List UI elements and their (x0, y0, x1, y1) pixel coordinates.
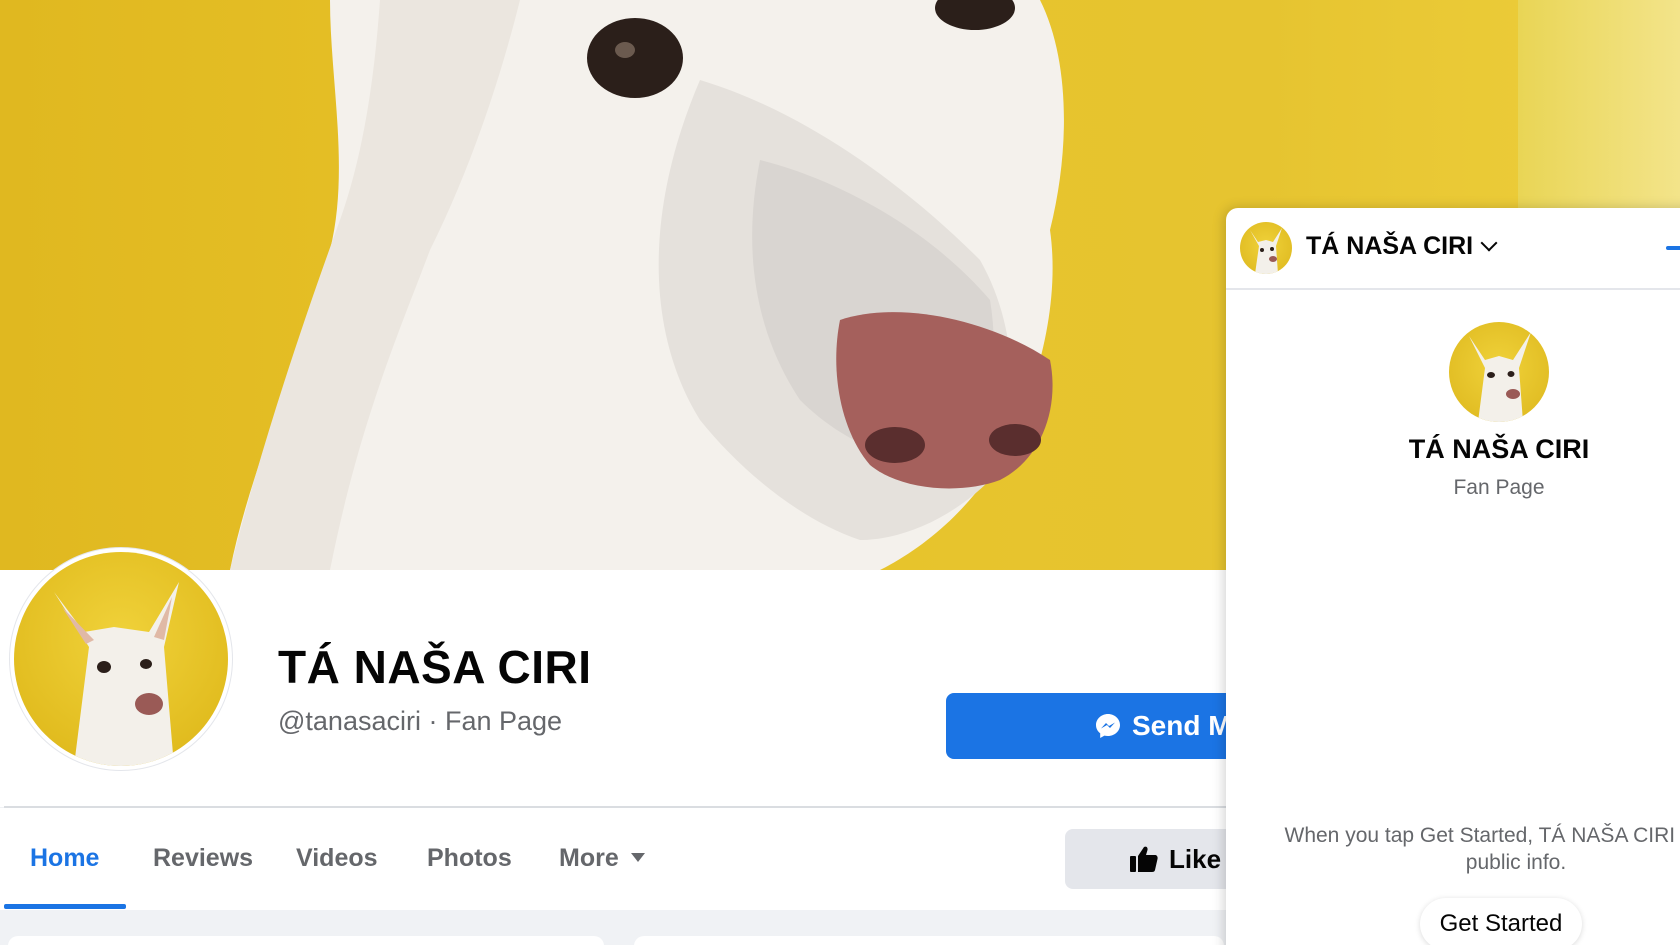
chat-consent-text: When you tap Get Started, TÁ NAŠA CIRI w… (1284, 824, 1680, 874)
chat-page-name: TÁ NAŠA CIRI (1408, 434, 1590, 464)
send-button-label: Send M (1132, 710, 1232, 741)
get-started-button[interactable]: Get Started (1420, 898, 1582, 945)
chat-title-label: TÁ NAŠA CIRI (1306, 232, 1474, 260)
page-title: TÁ NAŠA CIRI (278, 641, 592, 693)
dog-avatar-image (1469, 332, 1531, 422)
chat-page-category: Fan Page (1453, 476, 1545, 499)
facebook-page: TÁ NAŠA CIRI @tanasaciri · Fan Page Send… (0, 0, 1680, 945)
tab-reviews[interactable]: Reviews (153, 836, 253, 896)
tab-photos[interactable]: Photos (427, 836, 512, 896)
like-button-label: Like (1169, 843, 1222, 874)
messenger-chat-panel: TÁ NAŠA CIRI TÁ NAŠA CIRI Fan Page When … (1226, 208, 1680, 945)
thumbs-up-icon (1130, 846, 1158, 872)
caret-down-icon (630, 852, 645, 862)
send-message-button[interactable]: Send M (946, 693, 1266, 759)
profile-picture[interactable] (10, 548, 232, 770)
tab-home[interactable]: Home (30, 836, 99, 896)
left-column-card (8, 936, 604, 945)
minimize-icon[interactable] (1666, 246, 1680, 250)
dog-avatar-image (1250, 228, 1282, 274)
page-handle-category: @tanasaciri · Fan Page (278, 706, 563, 736)
active-tab-indicator (4, 904, 126, 909)
chat-title[interactable]: TÁ NAŠA CIRI (1306, 232, 1498, 261)
tab-videos[interactable]: Videos (296, 836, 378, 896)
dog-avatar-image (54, 582, 179, 766)
right-column-card (634, 936, 1224, 945)
chat-profile-avatar (1449, 322, 1549, 422)
tab-more-label: More (559, 844, 619, 872)
chat-header: TÁ NAŠA CIRI (1226, 208, 1680, 290)
tab-more[interactable]: More (559, 836, 645, 896)
chevron-down-icon (1480, 234, 1498, 252)
like-button[interactable]: Like (1065, 829, 1245, 889)
messenger-icon (1096, 714, 1120, 738)
chat-header-avatar[interactable] (1240, 222, 1292, 274)
